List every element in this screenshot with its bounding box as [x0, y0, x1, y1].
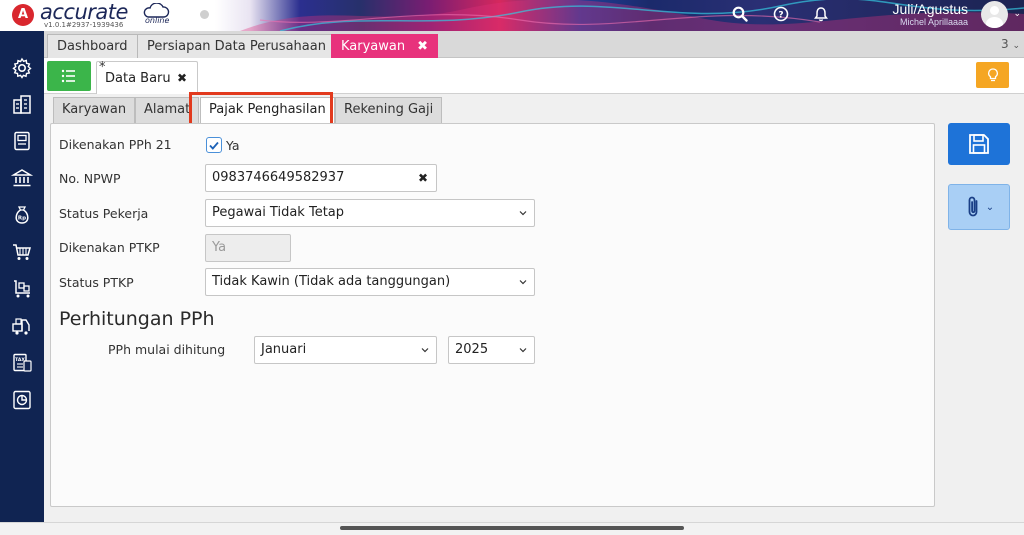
- lightbulb-icon: [987, 68, 998, 82]
- module-tab-persiapan-data[interactable]: Persiapan Data Perusahaan: [137, 34, 336, 58]
- search-icon[interactable]: [731, 5, 749, 23]
- ledger-book-icon[interactable]: [10, 129, 34, 153]
- report-chart-icon[interactable]: [10, 388, 34, 412]
- tax-document-icon[interactable]: TAX: [10, 351, 34, 375]
- user-name[interactable]: Michel Aprillaaaa: [900, 17, 968, 27]
- module-tab-karyawan[interactable]: Karyawan ✖: [331, 34, 439, 58]
- chevron-down-icon: [519, 211, 527, 216]
- shopping-cart-icon[interactable]: [10, 240, 34, 264]
- home-indicator[interactable]: [340, 526, 684, 530]
- help-icon[interactable]: ?: [772, 5, 790, 23]
- pph-start-label: PPh mulai dihitung: [108, 342, 226, 357]
- list-icon: [61, 69, 75, 83]
- content-area: Karyawan Alamat Pajak Penghasilan Rekeni…: [44, 92, 1024, 522]
- chevron-down-icon: ⌄: [1012, 41, 1020, 51]
- top-header: A accurate online v1.0.1#2937-1939436 ? …: [0, 0, 1024, 31]
- sub-tab-label: Alamat: [144, 102, 191, 117]
- close-tab-icon[interactable]: ✖: [417, 39, 428, 54]
- tips-button[interactable]: [976, 62, 1009, 88]
- chevron-down-icon: ⌄: [985, 201, 995, 213]
- checkmark-icon: [209, 141, 219, 150]
- attachment-button[interactable]: ⌄: [948, 184, 1010, 230]
- ptkp-value: Ya: [212, 240, 227, 255]
- npwp-label: No. NPWP: [59, 171, 121, 186]
- ptkp-field: Ya: [205, 234, 291, 262]
- status-dot: [200, 10, 209, 19]
- clear-input-icon[interactable]: ✖: [418, 165, 428, 191]
- status-ptkp-value: Tidak Kawin (Tidak ada tanggungan): [212, 274, 451, 289]
- data-tab-label: Data Baru: [105, 71, 171, 86]
- notification-bell-icon[interactable]: [812, 5, 830, 23]
- app-version: v1.0.1#2937-1939436: [44, 21, 124, 29]
- bank-icon[interactable]: [10, 166, 34, 190]
- status-ptkp-select[interactable]: Tidak Kawin (Tidak ada tanggungan): [205, 268, 535, 296]
- ptkp-label: Dikenakan PTKP: [59, 240, 160, 255]
- data-tab-new[interactable]: * Data Baru ✖: [96, 60, 198, 94]
- chevron-down-icon: [421, 348, 429, 353]
- app-logo-subtitle: online: [145, 16, 170, 25]
- status-ptkp-label: Status PTKP: [59, 275, 134, 290]
- accurate-logo-icon[interactable]: A: [12, 4, 34, 26]
- pph21-label: Dikenakan PPh 21: [59, 137, 172, 152]
- sub-tab-label: Rekening Gaji: [344, 102, 434, 117]
- module-tab-label: Persiapan Data Perusahaan: [147, 39, 326, 54]
- chevron-down-icon: [519, 348, 527, 353]
- module-tab-label: Dashboard: [57, 39, 128, 54]
- svg-text:?: ?: [778, 11, 783, 21]
- floppy-disk-icon: [969, 134, 989, 154]
- pph-start-year-select[interactable]: 2025: [448, 336, 535, 364]
- gear-icon[interactable]: [10, 56, 34, 80]
- bottom-bar: [0, 522, 1024, 535]
- list-view-button[interactable]: [47, 61, 91, 91]
- cart-delivery-icon[interactable]: [10, 277, 34, 301]
- status-pekerja-select[interactable]: Pegawai Tidak Tetap: [205, 199, 535, 227]
- npwp-value: 0983746649582937: [212, 170, 345, 185]
- sidebar: Rp TAX: [0, 31, 44, 522]
- pph-section-title: Perhitungan PPh: [59, 308, 215, 330]
- tax-form-panel: Dikenakan PPh 21 Ya No. NPWP 09837466495…: [50, 123, 935, 507]
- data-tab-bar: * Data Baru ✖: [44, 58, 1024, 94]
- building-icon[interactable]: [10, 93, 34, 117]
- sub-tab-rekening-gaji[interactable]: Rekening Gaji: [335, 97, 443, 123]
- pph21-value-label: Ya: [226, 138, 240, 153]
- money-bag-icon[interactable]: Rp: [10, 203, 34, 227]
- pph-start-month-select[interactable]: Januari: [254, 336, 437, 364]
- save-button[interactable]: [948, 123, 1010, 165]
- period-label[interactable]: Juli/Agustus: [893, 1, 968, 17]
- pph-start-month-value: Januari: [261, 342, 307, 357]
- module-tab-label: Karyawan: [341, 39, 406, 54]
- close-tab-icon[interactable]: ✖: [177, 71, 187, 85]
- open-tab-count[interactable]: 3 ⌄: [1001, 37, 1020, 51]
- pph21-checkbox[interactable]: [206, 137, 222, 153]
- user-avatar[interactable]: [981, 1, 1008, 28]
- chevron-down-icon: [519, 280, 527, 285]
- npwp-input[interactable]: 0983746649582937 ✖: [205, 164, 437, 192]
- sub-tab-label: Karyawan: [62, 102, 127, 117]
- module-tab-bar: Dashboard Persiapan Data Perusahaan Kary…: [44, 31, 1024, 58]
- warehouse-forklift-icon[interactable]: [10, 314, 34, 338]
- svg-text:Rp: Rp: [18, 216, 26, 222]
- status-pekerja-value: Pegawai Tidak Tetap: [212, 205, 345, 220]
- status-pekerja-label: Status Pekerja: [59, 206, 149, 221]
- open-tab-count-value: 3: [1000, 37, 1009, 51]
- chevron-down-icon[interactable]: ⌄: [1013, 9, 1021, 19]
- sub-tab-karyawan[interactable]: Karyawan: [53, 97, 136, 123]
- module-tab-dashboard[interactable]: Dashboard: [47, 34, 138, 58]
- pph-start-year-value: 2025: [455, 342, 489, 357]
- paperclip-icon: [968, 196, 978, 217]
